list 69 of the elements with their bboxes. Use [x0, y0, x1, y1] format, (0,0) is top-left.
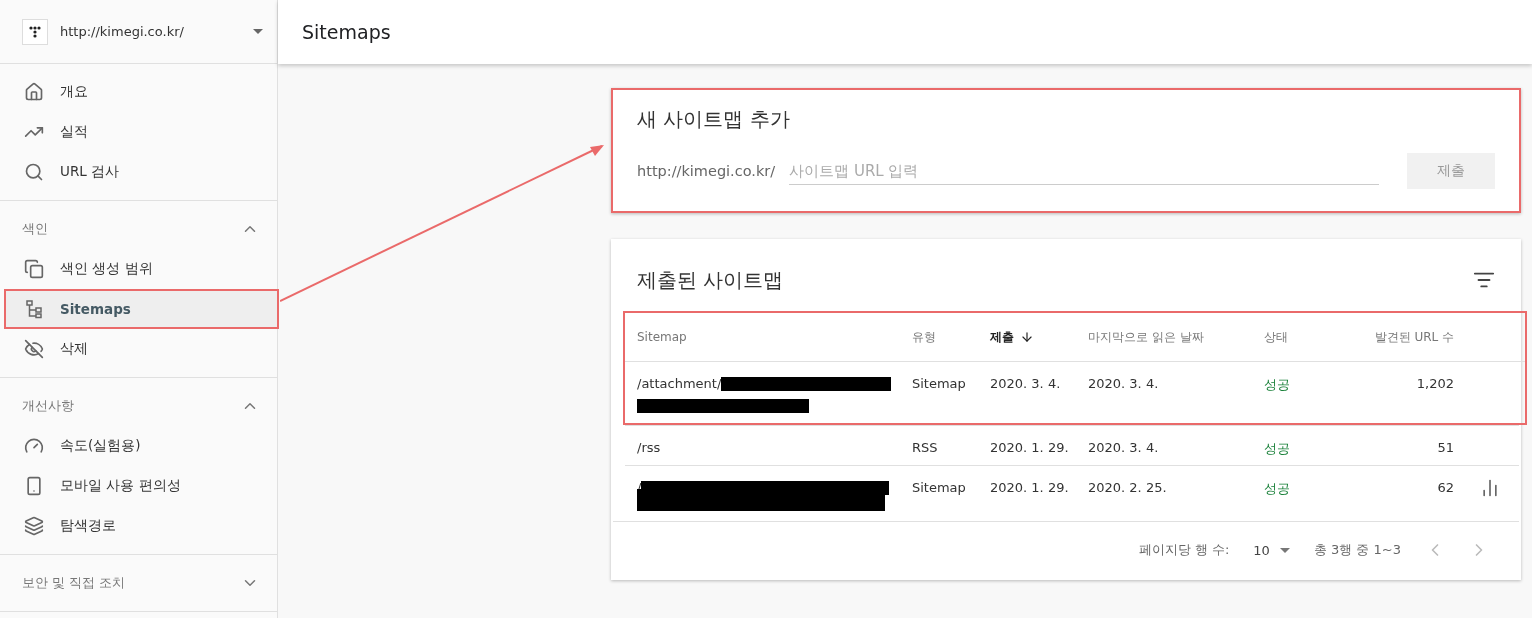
rows-per-page-select[interactable]: 10 [1253, 542, 1290, 558]
column-header[interactable]: 유형 [912, 313, 990, 361]
table-cell-text: 2020. 3. 4. [990, 375, 1062, 393]
home-icon [24, 82, 44, 102]
rows-per-page-label: 페이지당 행 수: [1138, 541, 1230, 559]
nav-label: 색인 생성 범위 [60, 260, 153, 278]
section-title: 색인 [22, 220, 48, 238]
nav-label: 삭제 [60, 340, 88, 358]
dropdown-icon[interactable] [253, 29, 263, 34]
nav-item[interactable]: 색인 생성 범위 [4, 249, 277, 289]
layers-icon [24, 516, 44, 536]
column-header[interactable]: 발견된 URL 수 [1354, 313, 1454, 361]
nav-item[interactable]: 모바일 사용 편의성 [4, 466, 277, 506]
card-title: 새 사이트맵 추가 [637, 106, 791, 133]
table-cell-text: 2020. 2. 25. [1088, 479, 1168, 497]
url-prefix: http://kimegi.co.kr/ [637, 163, 776, 179]
phone-icon [24, 476, 44, 496]
gauge-icon [24, 436, 44, 456]
table-cell-text: 1,202 [1415, 375, 1454, 393]
nav-item[interactable]: 삭제 [4, 329, 277, 369]
site-logo [22, 18, 48, 45]
dropdown-icon [1279, 547, 1290, 553]
table-cell-text: 2020. 3. 4. [1088, 375, 1160, 393]
table-cell-text: 51 [1436, 439, 1454, 457]
nav-item[interactable]: 탐색경로 [4, 506, 277, 546]
card-title: 제출된 사이트맵 [637, 266, 784, 294]
status-cell-text: 성공 [1264, 376, 1291, 394]
column-header[interactable]: 마지막으로 읽은 날짜 [1088, 313, 1264, 361]
nav-item[interactable]: URL 검사 [4, 152, 277, 192]
section-header[interactable]: 보안 및 직접 조치 [0, 563, 277, 603]
nav-item[interactable]: Sitemaps [4, 289, 279, 329]
nav-item[interactable]: 개요 [4, 72, 277, 112]
copy-icon [24, 259, 44, 279]
page-range: 총 3행 중 1~3 [1313, 541, 1401, 559]
chart-icon[interactable] [1480, 478, 1500, 498]
table-cell-text: Sitemap [912, 479, 967, 497]
table-cell-text: RSS [912, 439, 939, 457]
nav-label: 모바일 사용 편의성 [60, 477, 181, 495]
nav-item[interactable]: 실적 [4, 112, 277, 152]
nav-label: Sitemaps [60, 301, 131, 317]
nav-label: 탐색경로 [60, 517, 116, 535]
nav-label: URL 검사 [60, 163, 120, 181]
section-header[interactable]: 색인 [0, 209, 277, 249]
column-header[interactable]: Sitemap [637, 313, 912, 361]
sort-arrow-icon [1020, 330, 1034, 344]
table-cell-text: Sitemap [912, 375, 967, 393]
property-url: http://kimegi.co.kr/ [60, 24, 185, 39]
section-header[interactable]: 개선사항 [0, 386, 277, 426]
status-cell-text: 성공 [1264, 440, 1291, 458]
sitemap-path[interactable]: /attachment/ [637, 376, 722, 391]
sitemap-icon [24, 299, 44, 319]
section-title: 보안 및 직접 조치 [22, 574, 125, 592]
sitemap-path[interactable]: /rss [637, 440, 661, 455]
column-header[interactable]: 상태 [1264, 313, 1354, 361]
search-icon [24, 162, 44, 182]
column-header[interactable]: 제출 [990, 313, 1088, 361]
nav-item[interactable]: 속도(실험용) [4, 426, 277, 466]
nav-label: 실적 [60, 123, 88, 141]
page-title: Sitemaps [302, 21, 391, 43]
table-cell-text: 2020. 1. 29. [990, 479, 1070, 497]
status-cell-text: 성공 [1264, 480, 1291, 498]
nav-label: 개요 [60, 83, 88, 101]
section-title: 개선사항 [22, 397, 74, 415]
nav-label: 속도(실험용) [60, 437, 141, 455]
eye-off-icon [24, 339, 44, 359]
sitemap-url-field[interactable]: 사이트맵 URL 입력 [789, 157, 1379, 185]
table-cell-text: 2020. 3. 4. [1088, 439, 1160, 457]
table-cell-text: 62 [1436, 479, 1454, 497]
table-cell-text: 2020. 1. 29. [990, 439, 1070, 457]
